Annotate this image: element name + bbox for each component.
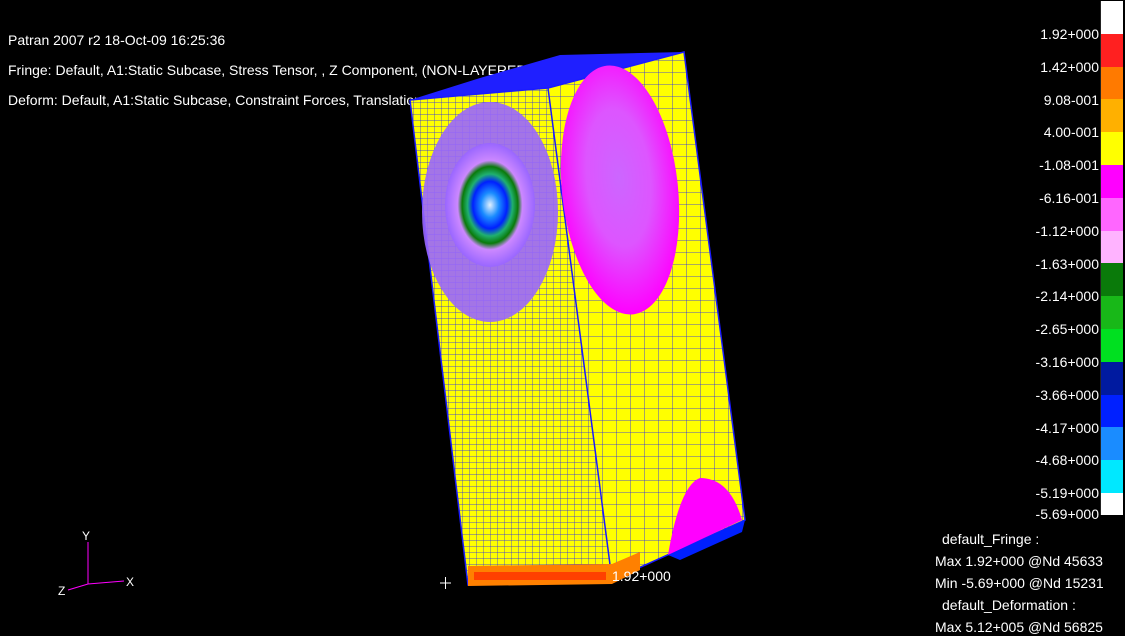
legend-label: -1.08-001 <box>1039 157 1099 174</box>
legend-label: -4.68+000 <box>1035 452 1099 469</box>
legend-swatch <box>1100 427 1123 461</box>
legend-label: -5.69+000 <box>1035 506 1099 522</box>
legend-swatch <box>1100 1 1123 34</box>
triad-z-label: Z <box>58 584 65 598</box>
legend-label: -3.66+000 <box>1035 386 1099 403</box>
legend-swatch <box>1100 33 1123 67</box>
legend-label: -1.63+000 <box>1035 255 1099 272</box>
deform-summary-title: default_Deformation : <box>942 597 1076 613</box>
legend-label: -2.14+000 <box>1035 288 1099 305</box>
legend-swatch <box>1100 493 1123 515</box>
stress-region-front-core <box>445 143 535 267</box>
fringe-summary-title: default_Fringe : <box>942 531 1040 547</box>
legend-label: -3.16+000 <box>1035 354 1099 370</box>
stress-region-base-peak <box>474 572 606 580</box>
triad-x-label: X <box>126 575 134 589</box>
legend-swatch <box>1100 460 1123 493</box>
legend-label: -1.12+000 <box>1035 222 1099 239</box>
legend-swatch <box>1100 165 1123 198</box>
deform-summary-max: Max 5.12+005 @Nd 56825 <box>935 619 1103 635</box>
legend-label: 1.92+000 <box>1040 26 1099 42</box>
legend-label: -2.65+000 <box>1035 321 1099 338</box>
legend-label: 1.42+000 <box>1040 58 1099 75</box>
legend-label: 9.08-001 <box>1043 91 1099 108</box>
legend-swatch <box>1100 263 1123 297</box>
fringe-legend <box>1100 0 1123 524</box>
triad-z-axis <box>67 583 89 591</box>
max-marker-label: 1.92+000 <box>612 568 671 584</box>
legend-swatch <box>1100 394 1123 428</box>
legend-label: -4.17+000 <box>1035 419 1099 436</box>
legend-swatch <box>1100 197 1123 231</box>
legend-label: 4.00-001 <box>1043 124 1099 141</box>
legend-swatch <box>1100 230 1123 264</box>
triad-x-axis <box>87 580 125 585</box>
legend-swatch <box>1100 66 1123 100</box>
legend-swatch <box>1100 132 1123 165</box>
legend-label: -5.19+000 <box>1035 485 1099 502</box>
legend-swatch <box>1100 361 1123 395</box>
legend-label: -6.16-001 <box>1039 190 1099 206</box>
legend-swatch <box>1100 329 1123 362</box>
legend-swatch <box>1100 99 1123 133</box>
fringe-summary-max: Max 1.92+000 @Nd 45633 <box>935 553 1103 569</box>
legend-swatch <box>1100 296 1123 329</box>
triad-y-label: Y <box>82 529 90 543</box>
fringe-summary-min: Min -5.69+000 @Nd 15231 <box>935 575 1104 591</box>
